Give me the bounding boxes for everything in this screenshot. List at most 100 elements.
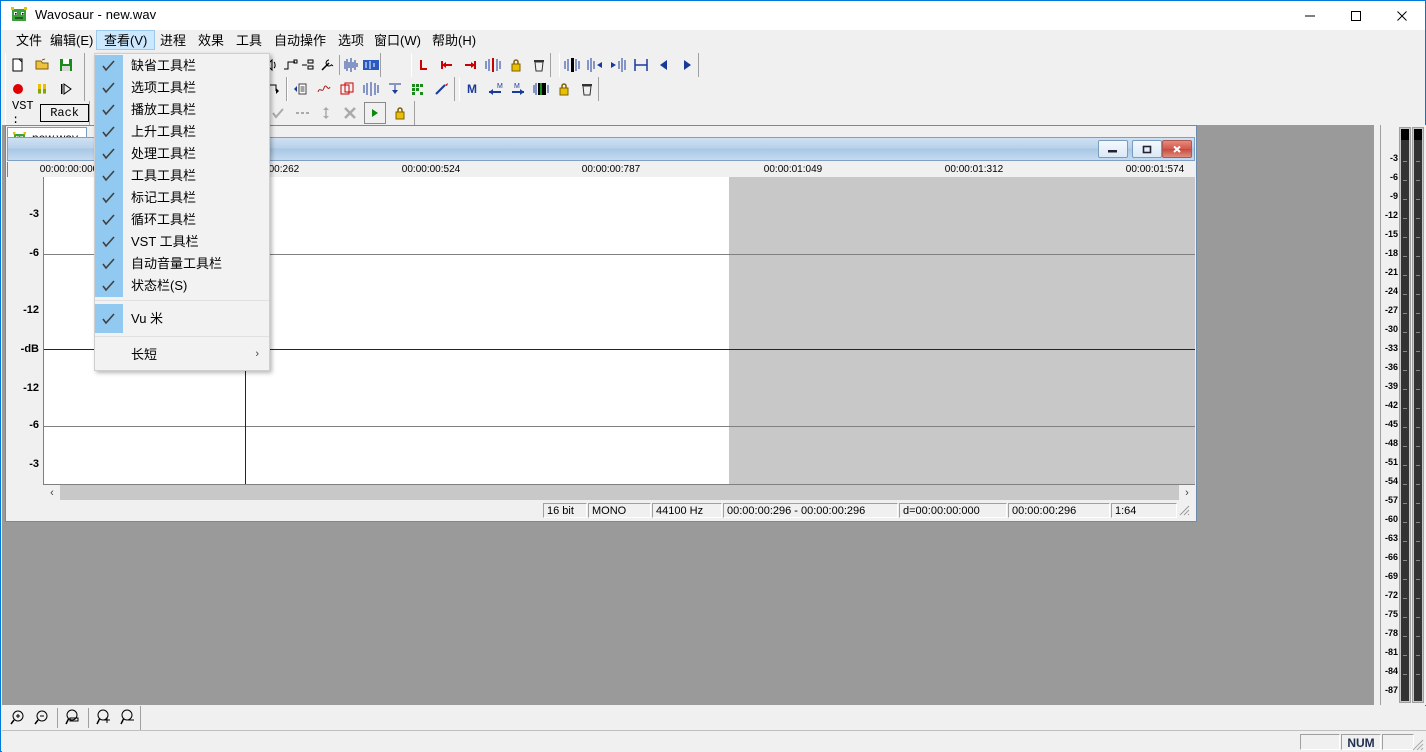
menu-item-default-toolbar[interactable]: 缺省工具栏 xyxy=(95,55,269,77)
child-close-button[interactable] xyxy=(1162,140,1192,158)
menu-item-label: 缺省工具栏 xyxy=(131,58,197,73)
menu-window[interactable]: 窗口(W) xyxy=(367,30,428,52)
menu-process[interactable]: 进程 xyxy=(153,30,193,52)
wrench-icon[interactable] xyxy=(318,54,337,76)
menu-item-vst-toolbar[interactable]: VST 工具栏 xyxy=(95,231,269,253)
marker-lock-icon[interactable] xyxy=(552,78,575,100)
vu-scale-label: -21 xyxy=(1384,267,1398,277)
marker-right-icon[interactable]: M xyxy=(506,78,529,100)
scroll-left-button[interactable]: ‹ xyxy=(44,485,60,500)
marker-delete-icon[interactable] xyxy=(575,78,598,100)
zoom-vert-in-icon[interactable] xyxy=(92,707,116,729)
menu-item-statusbar[interactable]: 状态栏(S) xyxy=(95,275,269,297)
zoom-right-icon[interactable] xyxy=(606,54,629,76)
menu-automation[interactable]: 自动操作 xyxy=(267,30,333,52)
menu-item-process-toolbar[interactable]: 处理工具栏 xyxy=(95,143,269,165)
menu-effects[interactable]: 效果 xyxy=(191,30,231,52)
prev-icon[interactable] xyxy=(652,54,675,76)
menu-item-length[interactable]: 长短 › xyxy=(95,336,269,369)
marker-region-icon[interactable] xyxy=(529,78,552,100)
view-menu-dropdown[interactable]: 缺省工具栏 选项工具栏 播放工具栏 上升工具栏 处理工具栏 工具工具栏 标记工具… xyxy=(94,53,270,371)
wave-select-icon[interactable] xyxy=(343,54,362,76)
play-icon[interactable] xyxy=(54,78,78,100)
check-icon xyxy=(95,165,123,187)
vu-scale-label: -60 xyxy=(1384,514,1398,524)
toolbar-vst-group: VST : Rack xyxy=(5,99,90,127)
menu-item-options-toolbar[interactable]: 选项工具栏 xyxy=(95,77,269,99)
x-icon[interactable] xyxy=(338,102,362,124)
new-file-icon[interactable] xyxy=(6,54,30,76)
zoom-selection-icon[interactable] xyxy=(61,707,85,729)
wave-marker-icon[interactable] xyxy=(359,78,383,100)
record-icon[interactable] xyxy=(6,78,30,100)
duplicate-icon[interactable] xyxy=(335,78,359,100)
zoom-vert-out-icon[interactable] xyxy=(116,707,140,729)
save-file-icon[interactable] xyxy=(54,54,78,76)
vu-scale-label: -72 xyxy=(1384,590,1398,600)
child-resize-grip[interactable] xyxy=(1178,504,1192,518)
child-restore-button[interactable] xyxy=(1132,140,1162,158)
paste-doc-icon[interactable] xyxy=(288,78,312,100)
lock-icon[interactable] xyxy=(504,54,527,76)
dots-icon[interactable] xyxy=(290,102,314,124)
db-scale-label: -6 xyxy=(29,247,39,259)
normalize-icon[interactable] xyxy=(383,78,407,100)
menu-help[interactable]: 帮助(H) xyxy=(425,30,483,52)
play-green-icon[interactable] xyxy=(364,102,386,124)
menu-item-marker-toolbar[interactable]: 标记工具栏 xyxy=(95,187,269,209)
menu-item-rise-toolbar[interactable]: 上升工具栏 xyxy=(95,121,269,143)
scrollbar-track[interactable] xyxy=(60,485,1179,500)
vu-scale-label: -42 xyxy=(1384,400,1398,410)
loop-start-icon[interactable] xyxy=(412,54,435,76)
marker-left-icon[interactable]: M xyxy=(483,78,506,100)
zoom-out-icon[interactable] xyxy=(30,707,54,729)
vu-scale-label: -54 xyxy=(1384,476,1398,486)
vu-scale-label: -39 xyxy=(1384,381,1398,391)
zoom-toolbar xyxy=(2,706,1426,730)
vu-scale-label: -18 xyxy=(1384,248,1398,258)
toolbar-file-group xyxy=(5,53,85,77)
window-close-button[interactable] xyxy=(1379,1,1425,30)
child-minimize-button[interactable] xyxy=(1098,140,1128,158)
trim-right-icon[interactable] xyxy=(458,54,481,76)
menu-options[interactable]: 选项 xyxy=(331,30,371,52)
horizontal-scrollbar[interactable]: ‹ › xyxy=(44,484,1195,501)
menu-view[interactable]: 查看(V) xyxy=(96,30,156,50)
zoom-toolbar-group xyxy=(6,706,141,730)
envelope-icon[interactable] xyxy=(312,78,336,100)
zoom-sel-icon[interactable] xyxy=(560,54,583,76)
marker-m-icon[interactable]: M xyxy=(460,78,483,100)
pencil-icon[interactable] xyxy=(430,78,454,100)
resize-grip-icon[interactable] xyxy=(1410,737,1424,751)
spectrum-icon[interactable] xyxy=(407,78,431,100)
zoom-full-icon[interactable] xyxy=(629,54,652,76)
menu-item-playback-toolbar[interactable]: 播放工具栏 xyxy=(95,99,269,121)
status-field-1 xyxy=(1300,734,1340,750)
open-file-icon[interactable] xyxy=(30,54,54,76)
window-maximize-button[interactable] xyxy=(1333,1,1379,30)
updown-icon[interactable] xyxy=(314,102,338,124)
vst-rack-button[interactable]: Rack xyxy=(40,104,89,122)
menu-item-vu-meter[interactable]: Vu 米 xyxy=(95,300,269,333)
level-meter-icon[interactable] xyxy=(30,78,54,100)
zoom-in-icon[interactable] xyxy=(6,707,30,729)
zoom-left-icon[interactable] xyxy=(583,54,606,76)
menu-item-tools-toolbar[interactable]: 工具工具栏 xyxy=(95,165,269,187)
cut-marker-icon[interactable] xyxy=(481,54,504,76)
menu-item-loop-toolbar[interactable]: 循环工具栏 xyxy=(95,209,269,231)
document-statusbar: 16 bit MONO 44100 Hz 00:00:00:296 - 00:0… xyxy=(7,501,1195,520)
route-icon[interactable] xyxy=(281,54,300,76)
trim-left-icon[interactable] xyxy=(435,54,458,76)
trash-icon[interactable] xyxy=(527,54,550,76)
menu-item-autovolume-toolbar[interactable]: 自动音量工具栏 xyxy=(95,253,269,275)
vu-scale-label: -87 xyxy=(1384,685,1398,695)
menu-edit[interactable]: 编辑(E) xyxy=(43,30,100,52)
mono-route-icon[interactable] xyxy=(299,54,318,76)
next-icon[interactable] xyxy=(675,54,698,76)
scroll-right-button[interactable]: › xyxy=(1179,485,1195,500)
window-minimize-button[interactable] xyxy=(1287,1,1333,30)
lock-yellow-icon[interactable] xyxy=(388,102,412,124)
db-scale-label: -12 xyxy=(23,382,39,394)
wave-blue-icon[interactable] xyxy=(361,54,380,76)
menu-tools[interactable]: 工具 xyxy=(229,30,269,52)
